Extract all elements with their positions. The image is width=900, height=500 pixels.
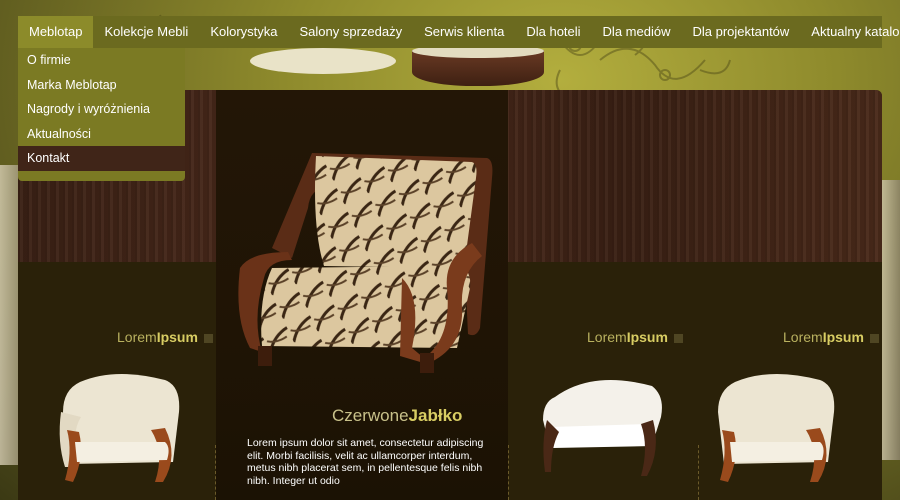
dropdown-item-nagrody[interactable]: Nagrody i wyróżnienia: [18, 97, 185, 122]
square-bullet-icon: [673, 333, 683, 343]
column-divider: [698, 445, 699, 500]
column-divider: [508, 445, 509, 500]
nav-item-kolekcje-mebli[interactable]: Kolekcje Mebli: [93, 16, 199, 48]
product-title[interactable]: LoremIpsum: [783, 329, 879, 345]
dropdown-item-marka-meblotap[interactable]: Marka Meblotap: [18, 73, 185, 98]
product-title-part-a: Lorem: [587, 329, 627, 345]
dropdown-item-kontakt[interactable]: Kontakt: [18, 146, 185, 171]
product-title-part-b: Ipsum: [156, 329, 198, 345]
dropdown-item-o-firmie[interactable]: O firmie: [18, 48, 185, 73]
dropdown-item-aktualnosci[interactable]: Aktualności: [18, 122, 185, 147]
product-title-part-b: Ipsum: [822, 329, 864, 345]
nav-item-dla-mediow[interactable]: Dla mediów: [592, 16, 682, 48]
product-chair-image[interactable]: [710, 372, 840, 492]
background-chair-right: [882, 180, 900, 460]
nav-item-serwis-klienta[interactable]: Serwis klienta: [413, 16, 515, 48]
featured-description: Lorem ipsum dolor sit amet, consectetur …: [247, 437, 484, 487]
featured-title-part-a: Czerwone: [332, 406, 409, 425]
square-bullet-icon: [869, 333, 879, 343]
featured-title-part-b: Jabłko: [408, 406, 463, 425]
featured-chair-image[interactable]: [232, 148, 497, 376]
square-bullet-icon: [203, 333, 213, 343]
nav-item-kolorystyka[interactable]: Kolorystyka: [199, 16, 288, 48]
column-divider: [215, 445, 216, 500]
nav-item-dla-projektantow[interactable]: Dla projektantów: [681, 16, 800, 48]
nav-item-aktualny-katalog[interactable]: Aktualny katalog: [800, 16, 900, 48]
featured-title[interactable]: CzerwoneJabłko: [332, 406, 462, 426]
main-navigation: Meblotap Kolekcje Mebli Kolorystyka Salo…: [18, 16, 900, 48]
background-chair-left: [0, 165, 20, 465]
product-title[interactable]: LoremIpsum: [587, 329, 683, 345]
product-chair-image[interactable]: [537, 372, 667, 482]
nav-item-meblotap[interactable]: Meblotap: [18, 16, 94, 48]
product-title-part-a: Lorem: [783, 329, 823, 345]
meblotap-dropdown-menu: O firmie Marka Meblotap Nagrody i wyróżn…: [18, 48, 185, 181]
product-chair-image[interactable]: [55, 372, 185, 492]
product-title-part-b: Ipsum: [626, 329, 668, 345]
ceiling-lamp-left: [250, 48, 396, 74]
product-title-part-a: Lorem: [117, 329, 157, 345]
nav-item-dla-hoteli[interactable]: Dla hoteli: [515, 16, 591, 48]
product-title[interactable]: LoremIpsum: [117, 329, 213, 345]
nav-item-salony-sprzedazy[interactable]: Salony sprzedaży: [289, 16, 414, 48]
